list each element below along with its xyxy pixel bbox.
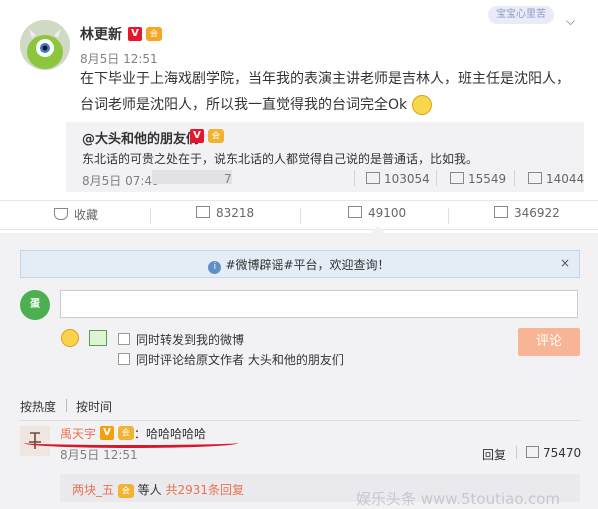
repost-to-weibo-checkbox[interactable] [118,333,130,345]
active-tab-arrow [370,226,386,234]
chevron-down-icon[interactable]: ⌵ [566,14,575,29]
my-avatar[interactable]: 蛋 [20,290,50,320]
repost-label: 83218 [216,206,255,220]
smile-emoji-icon [411,95,432,115]
monster-avatar-icon [20,20,70,70]
comment-to-author-label: 同时评论给原文作者 大头和他的朋友们 [136,353,344,367]
comment-count-value: 15549 [468,172,507,186]
info-icon: i [208,261,222,274]
repost-text: 东北话的可贵之处在于，说东北话的人都觉得自己说的是普通话，比如我。 [82,152,479,166]
comment-input[interactable] [60,290,578,318]
repost-count-value: 103054 [384,172,430,186]
sort-by-hot-tab[interactable]: 按热度 [20,398,56,415]
divider [516,446,517,459]
author-avatar[interactable] [20,20,70,70]
post-text: 在下毕业于上海戏剧学院，当年我的表演主讲老师是吉林人，班主任是沈阳人，台词老师是… [80,66,580,118]
divider [448,208,449,224]
thumbs-up-icon [494,206,508,218]
like-count[interactable]: 14044 [528,172,584,186]
star-icon [54,208,68,220]
verified-badge-icon: V [190,128,204,143]
repost-time[interactable]: 8月5日 07:49 [82,172,160,189]
comment-time: 8月5日 12:51 [60,448,138,462]
sub-reply-middle: 等人 [137,483,166,497]
divider [514,170,515,186]
sub-reply-author[interactable]: 两块_五 [72,483,114,497]
repost-time-suffix: 7 [224,172,232,186]
reply-button[interactable]: 回复 [482,446,506,463]
repost-button[interactable]: 83218 [196,206,254,220]
comment-to-author-checkbox[interactable] [118,353,130,365]
repost-icon [196,206,210,218]
image-icon[interactable] [89,330,107,346]
thumbs-up-icon [526,446,539,458]
comment-like-button[interactable]: 75470 [526,446,581,460]
site-watermark: 娱乐头条 www.5toutiao.com [356,490,561,508]
divider [436,170,437,186]
sort-by-time-tab[interactable]: 按时间 [76,398,112,415]
submit-comment-button[interactable]: 评论 [518,328,580,356]
comment-like-count: 75470 [543,446,582,460]
post-time[interactable]: 8月5日 12:51 [80,50,158,67]
divider [66,399,67,412]
repost-to-weibo-label: 同时转发到我的微博 [136,333,245,347]
repost-author[interactable]: @大头和他的朋友们 [82,128,199,147]
vip-badge-icon: 会 [207,128,224,143]
thumbs-up-icon [528,172,542,184]
comment-button[interactable]: 49100 [348,206,406,220]
like-count-value: 14044 [546,172,585,186]
sub-reply-count[interactable]: 共2931条回复 [166,483,245,497]
collect-label: 收藏 [74,208,99,222]
divider [300,208,301,224]
comment-count[interactable]: 15549 [450,172,506,186]
divider [354,170,355,186]
like-button[interactable]: 346922 [494,206,560,220]
repost-source-blurred [152,170,232,184]
divider [20,420,580,421]
post-text-content: 在下毕业于上海戏剧学院，当年我的表演主讲老师是吉林人，班主任是沈阳人，台词老师是… [80,71,570,113]
comment-icon [450,172,464,184]
comment-label: 49100 [368,206,407,220]
notice-text[interactable]: i #微博辟谣#平台，欢迎查询！ [0,256,598,274]
emoji-icon[interactable] [61,329,79,347]
comment-icon [348,206,362,218]
notice-label: #微博辟谣#平台，欢迎查询！ [225,258,390,272]
repost-count[interactable]: 103054 [366,172,430,186]
repost-icon [366,172,380,184]
vip-badge-icon: 会 [145,26,162,41]
like-label: 346922 [514,206,560,220]
sticker-watermark: 宝宝心里苦 [488,6,554,24]
verified-badge-icon: V [128,26,142,41]
repost-author-badges: V 会 [190,128,224,143]
collect-button[interactable]: 收藏 [54,206,98,223]
sub-reply-summary[interactable]: 两块_五 会 等人 共2931条回复 [72,481,244,498]
author-badges: V 会 [128,26,162,41]
divider [150,208,151,224]
vip-badge-icon: 会 [117,483,134,498]
author-name[interactable]: 林更新 [80,24,122,44]
close-icon[interactable]: × [560,256,570,270]
